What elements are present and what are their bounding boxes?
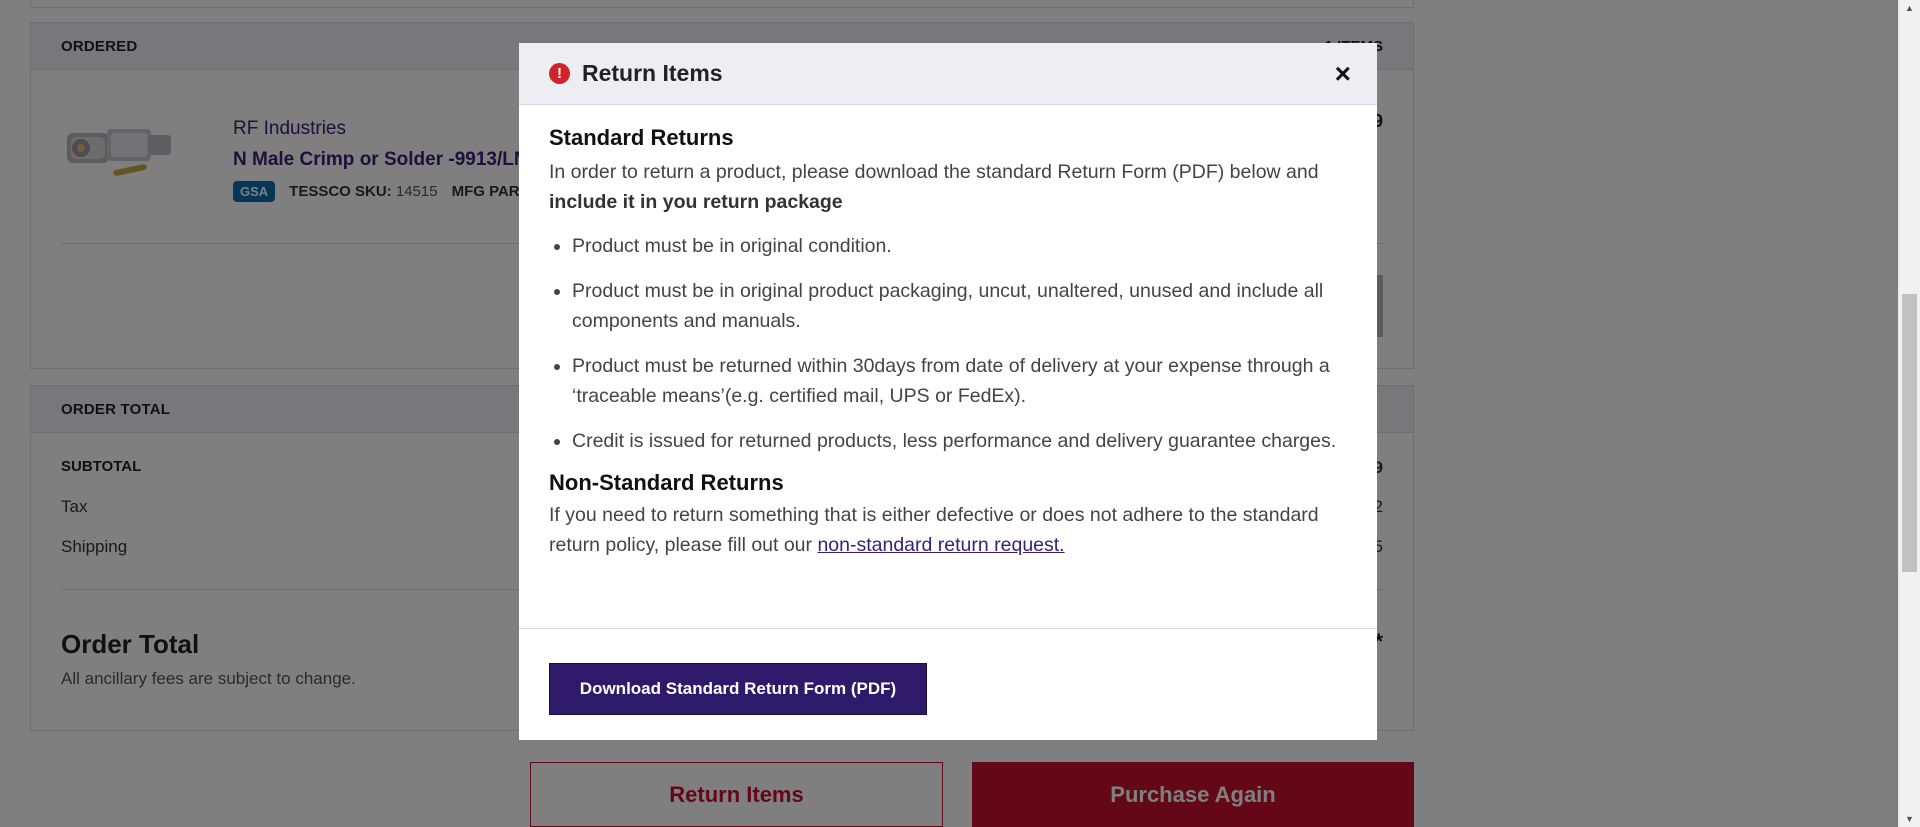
modal-title: Return Items bbox=[582, 60, 723, 86]
rule-item: Credit is issued for returned products, … bbox=[572, 426, 1347, 456]
page-scrollbar[interactable]: ▲ ▼ bbox=[1898, 0, 1920, 827]
close-icon[interactable]: × bbox=[1335, 60, 1351, 88]
standard-returns-intro: In order to return a product, please dow… bbox=[549, 157, 1347, 217]
return-items-modal: ! Return Items × Standard Returns In ord… bbox=[519, 43, 1377, 740]
alert-icon: ! bbox=[549, 63, 570, 84]
rule-item: Product must be in original product pack… bbox=[572, 276, 1347, 336]
scrollbar-thumb[interactable] bbox=[1902, 294, 1917, 572]
modal-header: ! Return Items × bbox=[519, 43, 1377, 105]
return-rules-list: Product must be in original condition. P… bbox=[572, 231, 1347, 456]
modal-footer: Download Standard Return Form (PDF) bbox=[519, 629, 1377, 715]
intro-emphasis: include it in you return package bbox=[549, 191, 843, 213]
nonstandard-return-link[interactable]: non-standard return request. bbox=[817, 534, 1064, 556]
scroll-up-icon[interactable]: ▲ bbox=[1899, 0, 1920, 16]
nonstandard-returns-text: If you need to return something that is … bbox=[549, 500, 1347, 560]
nonstandard-returns-title: Non-Standard Returns bbox=[549, 470, 784, 495]
scroll-down-icon[interactable]: ▼ bbox=[1899, 811, 1920, 827]
rule-item: Product must be returned within 30days f… bbox=[572, 351, 1347, 411]
download-return-form-button[interactable]: Download Standard Return Form (PDF) bbox=[549, 663, 927, 715]
rule-item: Product must be in original condition. bbox=[572, 231, 1347, 261]
standard-returns-title: Standard Returns bbox=[549, 125, 734, 150]
modal-body: Standard Returns In order to return a pr… bbox=[519, 105, 1377, 629]
intro-text: In order to return a product, please dow… bbox=[549, 161, 1319, 183]
